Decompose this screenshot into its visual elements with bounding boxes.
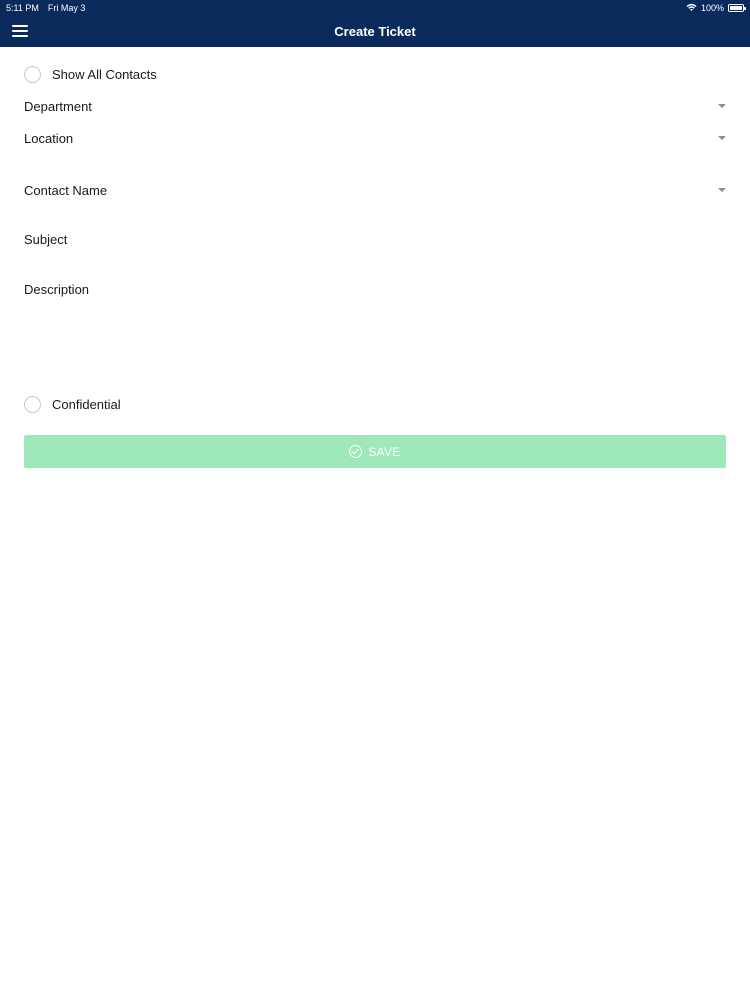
status-bar: 5:11 PM Fri May 3 100% [0, 0, 750, 15]
chevron-down-icon [718, 104, 726, 108]
page-title: Create Ticket [334, 23, 416, 39]
status-time: 5:11 PM [6, 2, 39, 13]
save-button-label: SAVE [368, 444, 401, 459]
show-all-contacts-label: Show All Contacts [52, 66, 157, 82]
department-dropdown[interactable]: Department [24, 97, 726, 115]
status-right: 100% [686, 2, 746, 13]
show-all-contacts-toggle[interactable]: Show All Contacts [24, 65, 726, 83]
save-button[interactable]: SAVE [24, 435, 726, 468]
confidential-label: Confidential [52, 396, 121, 412]
check-circle-icon [349, 445, 363, 458]
department-label: Department [24, 98, 92, 114]
subject-label: Subject [24, 231, 68, 247]
contact-name-label: Contact Name [24, 182, 108, 198]
description-field[interactable]: Description [24, 282, 726, 372]
location-dropdown[interactable]: Location [24, 129, 726, 147]
subject-field[interactable]: Subject [24, 230, 726, 248]
contact-name-dropdown[interactable]: Contact Name [24, 181, 726, 199]
battery-percent: 100% [700, 2, 724, 13]
battery-icon [728, 3, 746, 12]
chevron-down-icon [718, 136, 726, 140]
status-date: Fri May 3 [47, 2, 86, 13]
nav-bar: Create Ticket [0, 15, 750, 47]
confidential-toggle[interactable]: Confidential [24, 395, 726, 413]
show-all-contacts-radio[interactable] [24, 65, 41, 83]
location-label: Location [24, 130, 74, 146]
chevron-down-icon [718, 188, 726, 192]
confidential-radio[interactable] [24, 395, 41, 413]
wifi-icon [686, 3, 697, 11]
description-label: Description [24, 282, 90, 297]
